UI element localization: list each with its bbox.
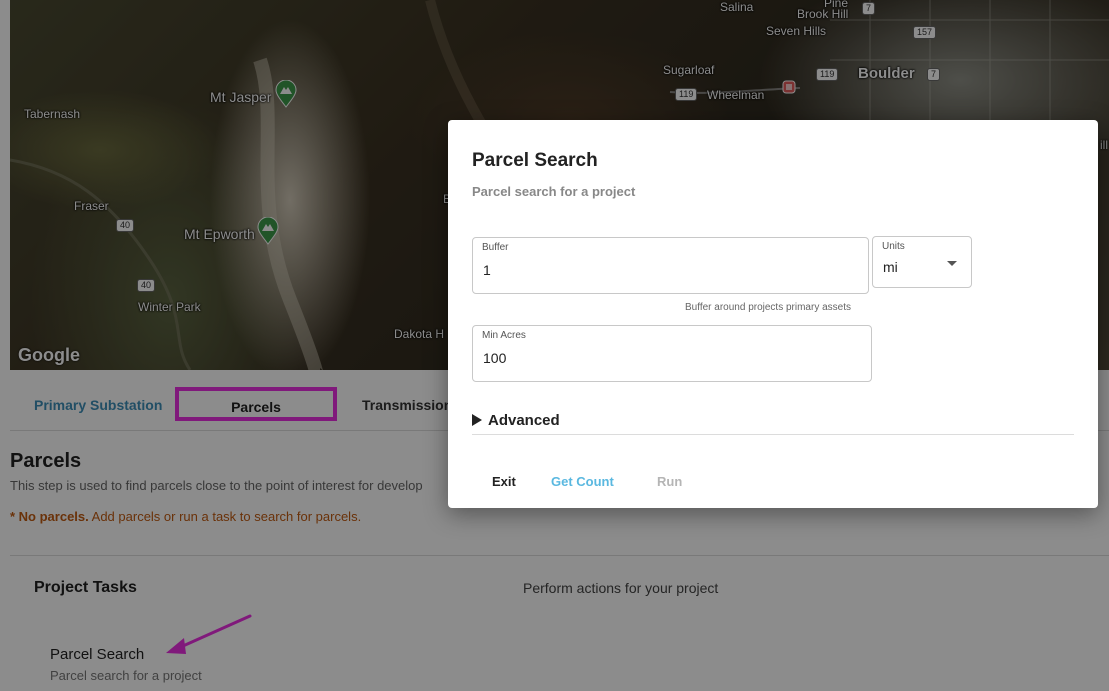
buffer-label: Buffer <box>482 242 509 253</box>
units-select[interactable]: Units mi <box>872 236 972 288</box>
triangle-right-icon <box>472 414 482 426</box>
dialog-title: Parcel Search <box>472 150 598 171</box>
caret-down-icon[interactable] <box>947 261 957 266</box>
buffer-input[interactable]: Buffer 1 <box>472 237 869 294</box>
get-count-button[interactable]: Get Count <box>551 474 614 489</box>
buffer-value[interactable]: 1 <box>483 262 491 278</box>
units-label: Units <box>882 241 905 252</box>
units-value: mi <box>883 259 898 275</box>
min-acres-input[interactable]: Min Acres 100 <box>472 325 872 382</box>
advanced-toggle[interactable]: Advanced <box>472 412 560 429</box>
min-acres-value[interactable]: 100 <box>483 350 506 366</box>
min-acres-label: Min Acres <box>482 330 526 341</box>
dialog-subtitle: Parcel search for a project <box>472 184 636 199</box>
advanced-label: Advanced <box>488 412 560 429</box>
dialog-divider <box>472 434 1074 435</box>
parcel-search-dialog: Parcel Search Parcel search for a projec… <box>448 120 1098 508</box>
exit-button[interactable]: Exit <box>492 474 516 489</box>
run-button[interactable]: Run <box>657 474 682 489</box>
buffer-helper-text: Buffer around projects primary assets <box>685 302 852 313</box>
